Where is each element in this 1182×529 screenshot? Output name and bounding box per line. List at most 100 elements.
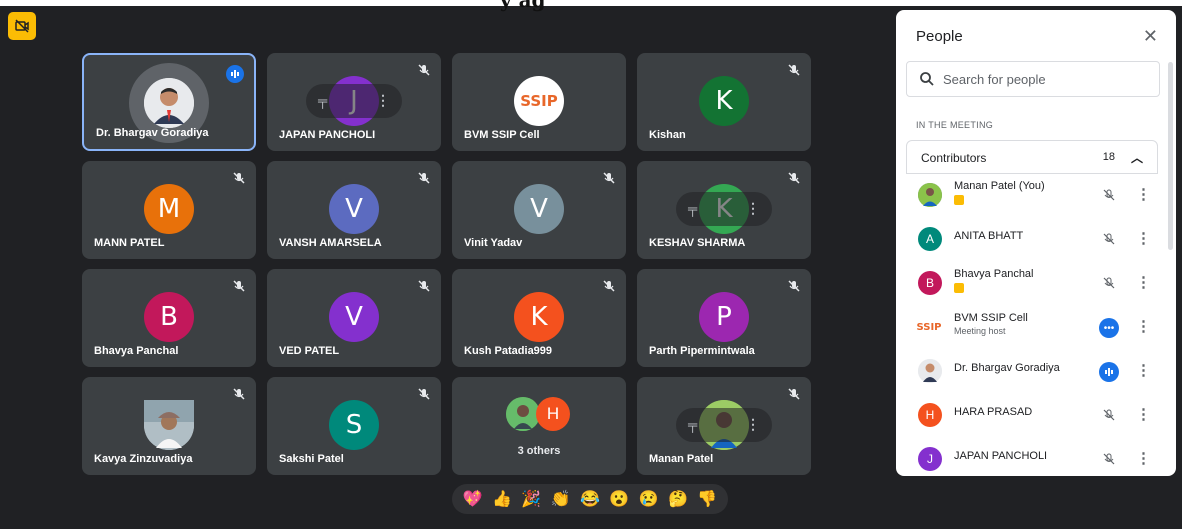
tile-kavya[interactable]: Kavya Zinzuvadiya [82,377,256,475]
person-photo-icon [506,397,540,431]
section-label: IN THE MEETING [916,120,994,130]
list-item[interactable]: A ANITA BHATT ⋮ [906,218,1158,262]
tile-name: Manan Patel [649,453,714,465]
list-item[interactable]: Dr. Bhargav Goradiya ⋮ [906,350,1158,394]
close-icon[interactable]: ✕ [1143,26,1158,47]
more-options-icon[interactable]: ⋮ [376,92,390,109]
reaction-thumbs-up[interactable]: 👍 [492,489,512,509]
mic-off-icon [418,64,430,76]
mic-off-icon [418,280,430,292]
tile-mann[interactable]: M MANN PATEL [82,161,256,259]
tile-name: VANSH AMARSELA [279,237,382,249]
contributors-header[interactable]: Contributors 18 ︿ [906,140,1158,174]
avatar-photo [918,183,942,207]
speaking-indicator-icon [1099,362,1119,382]
tile-ved[interactable]: V VED PATEL [267,269,441,367]
tile-bhargav[interactable]: Dr. Bhargav Goradiya [82,53,256,151]
tile-kush[interactable]: K Kush Patadia999 [452,269,626,367]
avatar-initial: V [514,184,564,234]
mic-off-icon[interactable] [1102,408,1116,422]
mic-off-icon [233,280,245,292]
pin-icon[interactable]: ╤ [318,93,327,108]
avatar-initial: V [329,292,379,342]
mic-off-icon[interactable] [1102,188,1116,202]
list-item[interactable]: H HARA PRASAD ⋮ [906,394,1158,438]
tile-name: Kush Patadia999 [464,345,553,357]
reaction-sad[interactable]: 😢 [639,489,659,509]
camera-off-badge[interactable] [8,12,36,40]
tile-vinit[interactable]: V Vinit Yadav [452,161,626,259]
list-item[interactable]: Manan Patel (You) ⋮ [906,174,1158,218]
search-placeholder: Search for people [943,72,1046,87]
avatar-initial: B [918,271,942,295]
more-options-icon[interactable]: ⋮ [746,200,760,217]
pin-overlay[interactable]: ╤ ⋮ [306,84,402,118]
ssip-logo: SSIP [514,76,564,126]
tile-name: Kishan [649,129,686,141]
tile-others[interactable]: H 3 others [452,377,626,475]
list-item[interactable]: SSIP BVM SSIP Cell Meeting host ••• ⋮ [906,306,1158,350]
tile-keshav[interactable]: K ╤ ⋮ KESHAV SHARMA [637,161,811,259]
person-name: ANITA BHATT [954,230,1024,242]
pin-icon[interactable]: ╤ [688,417,697,432]
mic-off-icon[interactable] [1102,452,1116,466]
list-item[interactable]: J JAPAN PANCHOLI ⋮ [906,438,1158,476]
pin-overlay[interactable]: ╤ ⋮ [676,192,772,226]
more-options-icon[interactable]: ⋮ [1136,185,1151,203]
more-options-icon[interactable]: ⋮ [746,416,760,433]
tile-kishan[interactable]: K Kishan [637,53,811,151]
tile-name: KESHAV SHARMA [649,237,746,249]
list-item[interactable]: B Bhavya Panchal ⋮ [906,262,1158,306]
chevron-up-icon[interactable]: ︿ [1131,149,1143,166]
pin-overlay[interactable]: ╤ ⋮ [676,408,772,442]
more-options-icon[interactable]: ⋮ [1136,317,1151,335]
person-name: Manan Patel (You) [954,180,1045,192]
tile-bvm-ssip[interactable]: SSIP BVM SSIP Cell [452,53,626,151]
people-panel: People ✕ Search for people IN THE MEETIN… [896,10,1176,476]
reaction-thumbs-down[interactable]: 👎 [697,489,717,509]
tile-name: VED PATEL [279,345,340,357]
tile-vansh[interactable]: V VANSH AMARSELA [267,161,441,259]
pin-icon[interactable]: ╤ [688,201,697,216]
tile-bhavya[interactable]: B Bhavya Panchal [82,269,256,367]
avatar-photo [144,78,194,128]
tile-manan[interactable]: ╤ ⋮ Manan Patel [637,377,811,475]
people-list: Manan Patel (You) ⋮ A ANITA BHATT ⋮ B Bh… [906,174,1158,476]
contributors-label: Contributors [921,151,987,165]
reaction-laugh[interactable]: 😂 [580,489,600,509]
header-partial-text: y ag [500,0,546,12]
tile-sakshi[interactable]: S Sakshi Patel [267,377,441,475]
avatar-initial: A [918,227,942,251]
tile-name: Dr. Bhargav Goradiya [96,127,209,139]
tile-parth[interactable]: P Parth Pipermintwala [637,269,811,367]
tile-name: BVM SSIP Cell [464,129,540,141]
more-options-icon[interactable]: ⋮ [1136,273,1151,291]
avatar-initial: K [699,76,749,126]
avatar-photo [918,359,942,383]
tile-name: Vinit Yadav [464,237,523,249]
more-horizontal-icon[interactable]: ••• [1099,318,1119,338]
reaction-heart[interactable]: 💖 [463,489,483,509]
person-photo-icon [144,78,194,128]
more-options-icon[interactable]: ⋮ [1136,405,1151,423]
others-photo [506,397,540,431]
reaction-thinking[interactable]: 🤔 [668,489,688,509]
tile-name: JAPAN PANCHOLI [279,129,376,141]
avatar-initial: S [329,400,379,450]
more-options-icon[interactable]: ⋮ [1136,229,1151,247]
search-people-input[interactable]: Search for people [906,61,1160,97]
mic-off-icon [788,172,800,184]
avatar-initial: P [699,292,749,342]
reaction-clap[interactable]: 👏 [551,489,571,509]
mic-off-icon [233,388,245,400]
reaction-surprised[interactable]: 😮 [609,489,629,509]
more-options-icon[interactable]: ⋮ [1136,361,1151,379]
person-name: JAPAN PANCHOLI [954,450,1048,462]
mic-off-icon[interactable] [1102,232,1116,246]
others-label: 3 others [517,445,561,457]
reaction-party[interactable]: 🎉 [521,489,541,509]
tile-japan[interactable]: J ╤ ⋮ JAPAN PANCHOLI [267,53,441,151]
more-options-icon[interactable]: ⋮ [1136,449,1151,467]
mic-off-icon[interactable] [1102,276,1116,290]
panel-scrollbar[interactable] [1168,62,1173,250]
